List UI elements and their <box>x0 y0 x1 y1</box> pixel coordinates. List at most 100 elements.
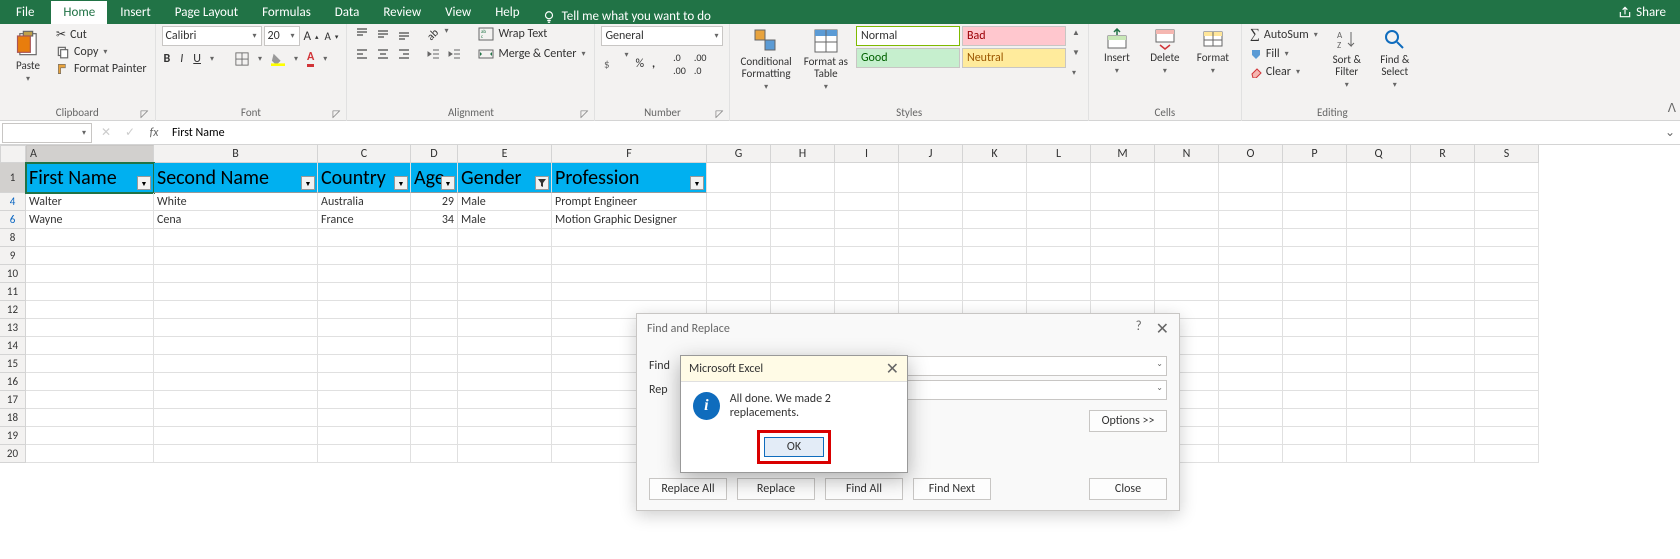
cell[interactable] <box>154 427 318 445</box>
cell[interactable] <box>1475 391 1539 409</box>
cell[interactable] <box>1027 265 1091 283</box>
cell[interactable] <box>458 445 552 463</box>
tab-insert[interactable]: Insert <box>108 1 163 24</box>
cell[interactable] <box>1219 337 1283 355</box>
cell[interactable] <box>835 229 899 247</box>
cell[interactable] <box>1347 193 1411 211</box>
cell[interactable] <box>458 427 552 445</box>
style-normal[interactable]: Normal <box>856 26 960 46</box>
cell[interactable] <box>771 265 835 283</box>
cell[interactable] <box>1219 409 1283 427</box>
merge-center-button[interactable]: Merge & Center ▾ <box>476 46 588 62</box>
clear-button[interactable]: Clear▾ <box>1248 64 1321 80</box>
cell[interactable] <box>835 247 899 265</box>
increase-indent-button[interactable] <box>446 46 464 62</box>
tab-home[interactable]: Home <box>50 0 108 24</box>
cell[interactable] <box>1475 247 1539 265</box>
cell[interactable] <box>1411 373 1475 391</box>
align-center-button[interactable] <box>374 46 392 62</box>
cell[interactable] <box>1219 355 1283 373</box>
cell[interactable] <box>318 373 411 391</box>
cell[interactable] <box>1475 445 1539 463</box>
cell[interactable] <box>1219 427 1283 445</box>
cell[interactable] <box>1347 163 1411 193</box>
wrap-text-button[interactable]: abc Wrap Text <box>476 26 588 42</box>
cell[interactable] <box>899 163 963 193</box>
styles-up-button[interactable]: ▲ <box>1072 28 1080 38</box>
cell[interactable] <box>1091 163 1155 193</box>
cell[interactable] <box>411 427 458 445</box>
cell[interactable] <box>1475 229 1539 247</box>
cell[interactable] <box>26 265 154 283</box>
align-left-button[interactable] <box>353 46 371 62</box>
cell[interactable] <box>1155 283 1219 301</box>
cell[interactable] <box>1219 193 1283 211</box>
col-header[interactable]: M <box>1091 145 1155 163</box>
replace-button[interactable]: Replace <box>737 478 815 500</box>
formula-input[interactable] <box>166 123 1660 143</box>
cell[interactable] <box>1347 265 1411 283</box>
font-size-select[interactable]: 20▾ <box>264 26 300 46</box>
cell[interactable] <box>1411 409 1475 427</box>
cell[interactable] <box>707 229 771 247</box>
cell[interactable] <box>1475 211 1539 229</box>
cell[interactable] <box>1347 319 1411 337</box>
filter-active-button[interactable] <box>535 176 549 190</box>
row-header[interactable]: 16 <box>0 373 26 391</box>
cell[interactable] <box>411 391 458 409</box>
cell[interactable] <box>154 391 318 409</box>
row-header[interactable]: 17 <box>0 391 26 409</box>
underline-button[interactable]: U <box>191 51 203 67</box>
cell[interactable] <box>1347 355 1411 373</box>
cell[interactable] <box>1475 163 1539 193</box>
cell[interactable] <box>1283 163 1347 193</box>
col-header[interactable]: D <box>411 145 458 163</box>
header-cell-country[interactable]: Country▼ <box>318 163 411 193</box>
cell[interactable] <box>26 337 154 355</box>
cell[interactable] <box>26 319 154 337</box>
col-header[interactable]: S <box>1475 145 1539 163</box>
options-button[interactable]: Options >> <box>1089 410 1167 432</box>
cell[interactable] <box>26 229 154 247</box>
cell[interactable] <box>1347 427 1411 445</box>
cell[interactable] <box>1475 337 1539 355</box>
cell[interactable] <box>899 265 963 283</box>
conditional-formatting-button[interactable]: Conditional Formatting▾ <box>736 26 795 94</box>
cell[interactable] <box>1347 301 1411 319</box>
cell[interactable]: Australia <box>318 193 411 211</box>
cell[interactable] <box>154 247 318 265</box>
cell[interactable] <box>411 265 458 283</box>
style-neutral[interactable]: Neutral <box>962 48 1066 68</box>
cell[interactable] <box>1283 409 1347 427</box>
expand-formula-bar-button[interactable]: ⌄ <box>1660 125 1680 140</box>
cut-button[interactable]: ✂ Cut <box>54 26 149 43</box>
cell[interactable] <box>963 211 1027 229</box>
paste-button[interactable]: Paste ▾ <box>6 26 50 86</box>
replace-all-button[interactable]: Replace All <box>649 478 727 500</box>
cell[interactable] <box>458 373 552 391</box>
cell[interactable] <box>1411 211 1475 229</box>
format-as-table-button[interactable]: Format as Table▾ <box>800 26 852 94</box>
cell[interactable] <box>1091 193 1155 211</box>
filter-button[interactable]: ▼ <box>137 176 151 190</box>
select-all-corner[interactable] <box>0 145 26 163</box>
cell[interactable] <box>26 409 154 427</box>
header-cell-first-name[interactable]: First Name▼ <box>26 163 154 193</box>
cell[interactable] <box>1219 229 1283 247</box>
cell[interactable] <box>1027 247 1091 265</box>
cell[interactable] <box>963 229 1027 247</box>
col-header[interactable]: R <box>1411 145 1475 163</box>
decrease-indent-button[interactable] <box>425 46 443 62</box>
cell[interactable] <box>1283 193 1347 211</box>
cell[interactable] <box>411 337 458 355</box>
row-header[interactable]: 8 <box>0 229 26 247</box>
col-header[interactable]: G <box>707 145 771 163</box>
comma-button[interactable]: , <box>650 50 657 78</box>
increase-font-button[interactable]: A▴ <box>302 26 321 46</box>
cell[interactable] <box>1219 283 1283 301</box>
cell[interactable] <box>411 373 458 391</box>
cell[interactable]: Prompt Engineer <box>552 193 707 211</box>
cell[interactable] <box>318 301 411 319</box>
cell[interactable] <box>1411 247 1475 265</box>
cell[interactable] <box>707 283 771 301</box>
